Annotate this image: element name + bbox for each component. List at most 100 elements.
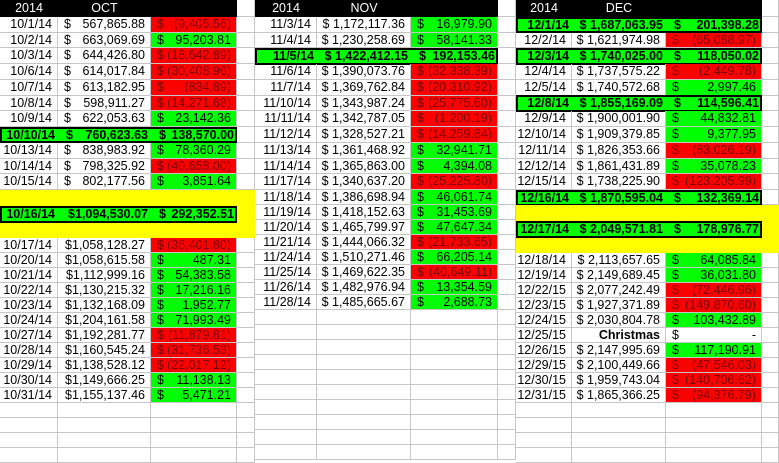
spacer-cell[interactable] (498, 79, 516, 96)
balance-cell[interactable]: $1,160,545.24 (58, 343, 151, 359)
spacer-cell[interactable] (498, 17, 516, 33)
milestone-row[interactable]: 10/10/14 $760,623.63 $138,570.00 (0, 126, 237, 144)
date-cell[interactable]: 11/3/14 (255, 17, 317, 33)
empty-cell[interactable] (572, 418, 666, 434)
change-cell-pos[interactable]: $66,205.14 (411, 250, 498, 266)
spacer-cell[interactable] (762, 174, 779, 191)
change-cell-pos[interactable]: $64,085.84 (666, 253, 762, 269)
spacer-cell[interactable] (237, 158, 255, 175)
change-cell-neg[interactable]: $ (2,449.78) (666, 64, 762, 80)
date-cell[interactable]: 11/18/14 (255, 190, 317, 206)
empty-cell[interactable] (411, 445, 498, 461)
spacer-cell[interactable] (498, 174, 516, 191)
date-cell[interactable]: 10/30/14 (0, 373, 58, 389)
balance-cell[interactable]: $ 1,737,575.22 (572, 64, 666, 80)
empty-cell[interactable] (255, 400, 317, 416)
change-cell-pos[interactable]: $132,369.14 (668, 192, 764, 204)
spacer-cell[interactable] (237, 358, 255, 374)
change-cell-neg[interactable]: $ (21,733.65) (411, 235, 498, 251)
spacer-cell[interactable] (762, 343, 779, 359)
empty-cell[interactable] (0, 433, 58, 449)
balance-cell[interactable]: $ 2,113,657.65 (572, 253, 666, 269)
empty-cell[interactable] (0, 448, 58, 463)
empty-cell[interactable] (498, 430, 516, 446)
date-cell[interactable]: 12/10/14 (516, 127, 572, 143)
empty-cell[interactable] (317, 400, 411, 416)
date-cell[interactable]: 12/23/15 (516, 298, 572, 314)
balance-cell[interactable]: $644,426.80 (58, 48, 151, 65)
empty-cell[interactable] (237, 403, 255, 419)
balance-cell[interactable]: $ 1,927,371.89 (572, 298, 666, 314)
date-cell[interactable]: 12/9/14 (516, 111, 572, 128)
balance-cell[interactable]: $ 1,740,572.68 (572, 79, 666, 96)
balance-cell[interactable]: $1,094,530.07 (60, 208, 153, 223)
empty-cell[interactable] (0, 403, 58, 419)
date-cell[interactable]: 10/29/14 (0, 358, 58, 374)
change-cell-neg[interactable]: $ (65,088.97) (666, 32, 762, 49)
balance-cell[interactable]: $1,149,666.25 (58, 373, 151, 389)
date-cell[interactable]: 11/6/14 (255, 64, 317, 80)
empty-cell[interactable] (317, 340, 411, 356)
balance-cell[interactable]: $ 2,149,689.45 (572, 268, 666, 284)
date-cell[interactable]: 10/16/14 (2, 208, 60, 223)
spacer-cell[interactable] (498, 95, 516, 112)
change-cell-neg[interactable]: $ (1,200.19) (411, 111, 498, 128)
date-cell[interactable]: 12/15/14 (516, 174, 572, 191)
balance-cell[interactable]: $ 1,959,743.04 (572, 373, 666, 389)
spacer-cell[interactable] (762, 127, 779, 143)
change-cell-pos[interactable]: $114,596.41 (668, 97, 764, 110)
change-cell-pos[interactable]: $17,216.16 (151, 283, 237, 299)
date-cell[interactable]: 12/22/15 (516, 283, 572, 299)
balance-cell[interactable]: $ 2,077,242.49 (572, 283, 666, 299)
change-cell-pos[interactable]: $103,432.89 (666, 313, 762, 329)
empty-cell[interactable] (317, 430, 411, 446)
spacer-cell[interactable] (237, 48, 255, 65)
change-cell-neg[interactable]: $ (20,310.92) (411, 79, 498, 96)
change-cell-neg[interactable]: $ (9,405.56) (151, 17, 237, 33)
change-cell-pos[interactable]: $292,352.51 (153, 208, 239, 223)
balance-cell[interactable]: $798,325.92 (58, 158, 151, 175)
empty-cell[interactable] (498, 310, 516, 326)
date-cell[interactable]: 10/21/14 (0, 268, 58, 284)
spacer-cell[interactable] (498, 158, 516, 175)
empty-cell[interactable] (255, 355, 317, 371)
balance-cell[interactable]: $1,138,528.12 (58, 358, 151, 374)
change-cell-neg[interactable]: $ (25,775.60) (411, 95, 498, 112)
empty-cell[interactable] (58, 403, 151, 419)
spacer-cell[interactable] (237, 127, 255, 143)
empty-cell[interactable] (151, 448, 237, 463)
spacer-cell[interactable] (762, 17, 779, 33)
spacer-cell[interactable] (762, 190, 779, 206)
balance-cell[interactable]: $1,132,168.09 (58, 298, 151, 314)
empty-cell[interactable] (762, 403, 779, 419)
empty-cell[interactable] (317, 310, 411, 326)
change-cell-pos[interactable]: $58,141.33 (411, 32, 498, 49)
milestone-row[interactable]: 10/16/14 $1,094,530.07 $292,352.51 (0, 206, 239, 224)
date-cell[interactable]: 12/25/15 (516, 328, 572, 344)
balance-cell[interactable]: $ 1,369,762.84 (317, 79, 411, 96)
empty-cell[interactable] (411, 400, 498, 416)
date-cell[interactable]: 11/19/14 (255, 205, 317, 221)
spacer-cell[interactable] (498, 32, 516, 49)
empty-cell[interactable] (151, 403, 237, 419)
change-cell-pos[interactable]: $487.31 (151, 253, 237, 269)
empty-cell[interactable] (498, 415, 516, 431)
date-cell[interactable]: 10/8/14 (0, 95, 58, 112)
change-cell-pos[interactable]: $1,952.77 (151, 298, 237, 314)
balance-cell[interactable]: $ 1,469,622.35 (317, 265, 411, 281)
date-cell[interactable]: 10/2/14 (0, 32, 58, 49)
balance-cell[interactable]: $ 2,030,804.78 (572, 313, 666, 329)
date-cell[interactable]: 11/28/14 (255, 295, 317, 311)
date-cell[interactable]: 12/1/14 (518, 19, 574, 32)
date-cell[interactable]: 10/17/14 (0, 238, 58, 254)
spacer-cell[interactable] (237, 328, 255, 344)
spacer-cell[interactable] (498, 220, 516, 236)
balance-cell[interactable]: $ 1,870,595.04 (574, 192, 668, 204)
change-cell-pos[interactable]: $95,203.81 (151, 32, 237, 49)
change-cell-pos[interactable]: $31,453.69 (411, 205, 498, 221)
empty-cell[interactable] (516, 448, 572, 463)
empty-cell[interactable] (237, 418, 255, 434)
spacer-cell[interactable] (762, 328, 779, 344)
change-cell-neg[interactable]: $ (40,649.11) (411, 265, 498, 281)
change-cell-neg[interactable]: $ (72,446.96) (666, 283, 762, 299)
